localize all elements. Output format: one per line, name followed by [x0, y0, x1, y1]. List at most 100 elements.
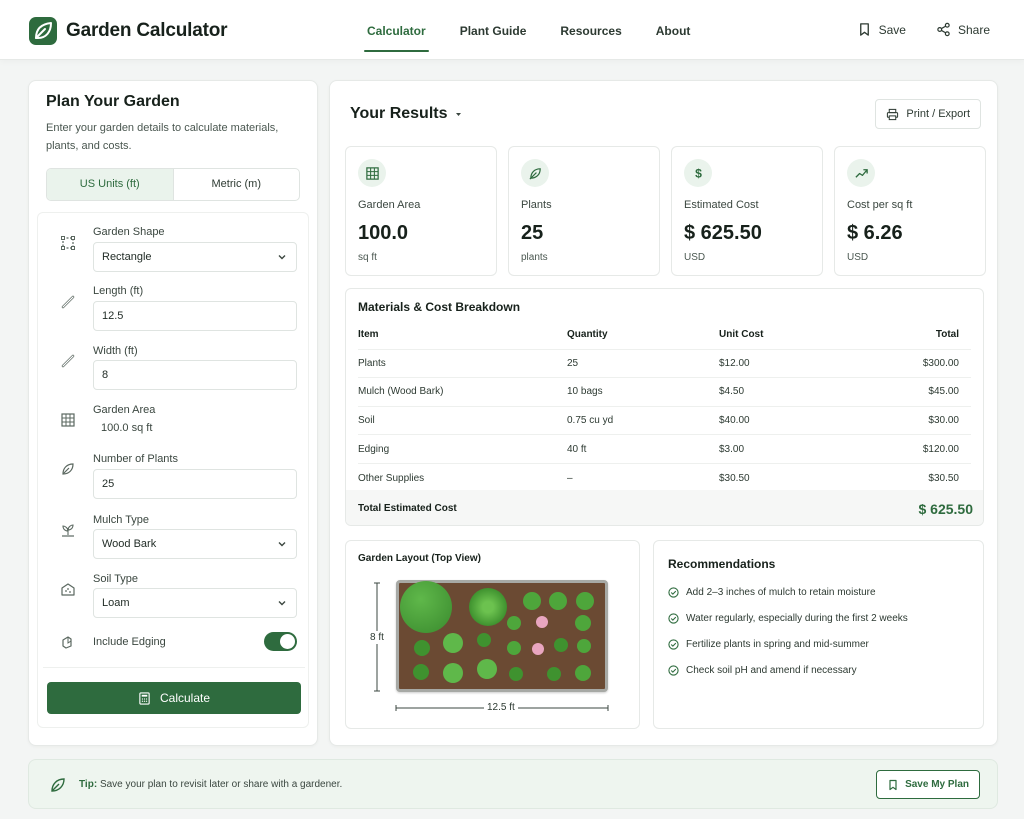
- chevron-down-icon: [278, 601, 286, 606]
- form-divider: [43, 667, 305, 668]
- stat-value: $ 625.50: [684, 222, 762, 244]
- plants-input[interactable]: [93, 469, 297, 499]
- table-cell: 40 ft: [567, 443, 587, 455]
- nav-plant-guide[interactable]: Plant Guide: [443, 0, 544, 60]
- plant: [443, 633, 463, 653]
- edging-label: Include Edging: [93, 636, 166, 648]
- table-cell: $3.00: [719, 443, 745, 455]
- shape-select[interactable]: Rectangle: [93, 242, 297, 272]
- unit-toggle: US Units (ft) Metric (m): [46, 168, 300, 201]
- table-cell: Plants: [358, 357, 386, 369]
- plant: [507, 616, 521, 630]
- column-header: Unit Cost: [719, 329, 764, 341]
- table-cell: $30.00: [928, 415, 959, 427]
- leaf-icon: [62, 463, 74, 475]
- mulch-select[interactable]: Wood Bark: [93, 529, 297, 559]
- grid-icon: [61, 413, 75, 427]
- results-title[interactable]: Your Results: [350, 105, 463, 123]
- table-cell: $30.50: [719, 472, 750, 484]
- garden-layout: Garden Layout (Top View) 8 ft 12.5 ft: [345, 540, 640, 729]
- stat-unit: USD: [847, 252, 869, 263]
- recommendation-item: Check soil pH and amend if necessary: [668, 665, 857, 676]
- brand[interactable]: Garden Calculator: [28, 16, 228, 46]
- shape-icon: [61, 236, 75, 250]
- plant: [547, 667, 561, 681]
- recommendations: Recommendations Add 2–3 inches of mulch …: [653, 540, 984, 729]
- ruler-icon: [61, 354, 75, 368]
- printer-icon: [887, 108, 899, 120]
- bookmark-icon: [859, 23, 869, 36]
- calculator-icon: [139, 691, 150, 705]
- stat-card-area: Garden Area 100.0 sq ft: [345, 146, 497, 276]
- share-button[interactable]: Share: [936, 22, 990, 37]
- table-cell: $300.00: [922, 357, 959, 369]
- plant: [507, 641, 521, 655]
- unit-us-button[interactable]: US Units (ft): [47, 169, 174, 200]
- save-my-plan-label: Save My Plan: [905, 779, 969, 790]
- table-row: Soil 0.75 cu yd $40.00 $30.00: [358, 407, 971, 436]
- share-label: Share: [957, 22, 990, 37]
- sprout-icon: [521, 159, 549, 187]
- column-header: Total: [935, 329, 959, 341]
- plant: [532, 643, 544, 655]
- calculate-button[interactable]: Calculate: [47, 682, 301, 714]
- table-cell: Mulch (Wood Bark): [358, 386, 444, 398]
- print-export-button[interactable]: Print / Export: [875, 99, 981, 129]
- recommendation-text: Check soil pH and amend if necessary: [686, 665, 857, 676]
- trend-up-icon: [847, 159, 875, 187]
- edging-toggle[interactable]: [264, 632, 297, 651]
- header-actions: Save Share: [857, 22, 990, 37]
- save-my-plan-button[interactable]: Save My Plan: [876, 770, 980, 799]
- results-panel: Your Results Print / Export Garden Area …: [329, 80, 998, 746]
- mulch-icon: [62, 524, 74, 537]
- tip-bar: Tip: Save your plan to revisit later or …: [28, 759, 998, 809]
- table-row: Edging 40 ft $3.00 $120.00: [358, 435, 971, 464]
- width-input[interactable]: [93, 360, 297, 390]
- plant: [575, 615, 591, 631]
- length-label: Length (ft): [93, 285, 144, 297]
- table-cell: 25: [567, 357, 579, 369]
- stat-value: $ 6.26: [847, 222, 903, 244]
- mulch-value: Wood Bark: [102, 538, 157, 550]
- length-input[interactable]: [93, 301, 297, 331]
- unit-metric-button[interactable]: Metric (m): [174, 169, 300, 200]
- nav-resources[interactable]: Resources: [543, 0, 638, 60]
- total-row: Total Estimated Cost $ 625.50: [346, 490, 983, 525]
- check-circle-icon: [668, 665, 679, 676]
- bookmark-icon: [889, 779, 897, 790]
- width-dimension-label: 12.5 ft: [484, 702, 518, 713]
- stat-label: Cost per sq ft: [847, 199, 913, 211]
- chevron-down-icon: [278, 255, 286, 260]
- stat-value: 25: [521, 222, 544, 244]
- table-cell: $45.00: [928, 386, 959, 398]
- height-dimension-label: 8 ft: [370, 631, 384, 644]
- plant: [509, 667, 523, 681]
- plant: [536, 616, 548, 628]
- check-circle-icon: [668, 613, 679, 624]
- area-label: Garden Area: [93, 404, 156, 416]
- save-button[interactable]: Save: [857, 22, 906, 37]
- share-icon: [937, 22, 950, 37]
- calculate-label: Calculate: [159, 691, 211, 705]
- save-label: Save: [878, 22, 906, 37]
- soil-select[interactable]: Loam: [93, 588, 297, 618]
- table-row: Plants 25 $12.00 $300.00: [358, 350, 971, 379]
- stat-unit: plants: [521, 252, 548, 263]
- main-nav: Calculator Plant Guide Resources About: [350, 0, 707, 60]
- svg-text:$: $: [695, 166, 702, 180]
- recommendation-item: Water regularly, especially during the f…: [668, 613, 908, 624]
- plan-description: Enter your garden details to calculate m…: [46, 122, 279, 152]
- width-label: Width (ft): [93, 345, 138, 357]
- garden-bed: [396, 580, 608, 692]
- grid-icon: [358, 159, 386, 187]
- nav-calculator[interactable]: Calculator: [350, 0, 443, 60]
- leaf-icon: [51, 778, 65, 792]
- plant: [549, 592, 567, 610]
- soil-icon: [61, 583, 75, 596]
- shape-label: Garden Shape: [93, 226, 165, 238]
- column-header: Quantity: [567, 329, 608, 341]
- stat-card-cost-per-sqft: Cost per sq ft $ 6.26 USD: [834, 146, 986, 276]
- ruler-icon: [61, 295, 75, 309]
- stat-unit: USD: [684, 252, 706, 263]
- nav-about[interactable]: About: [639, 0, 708, 60]
